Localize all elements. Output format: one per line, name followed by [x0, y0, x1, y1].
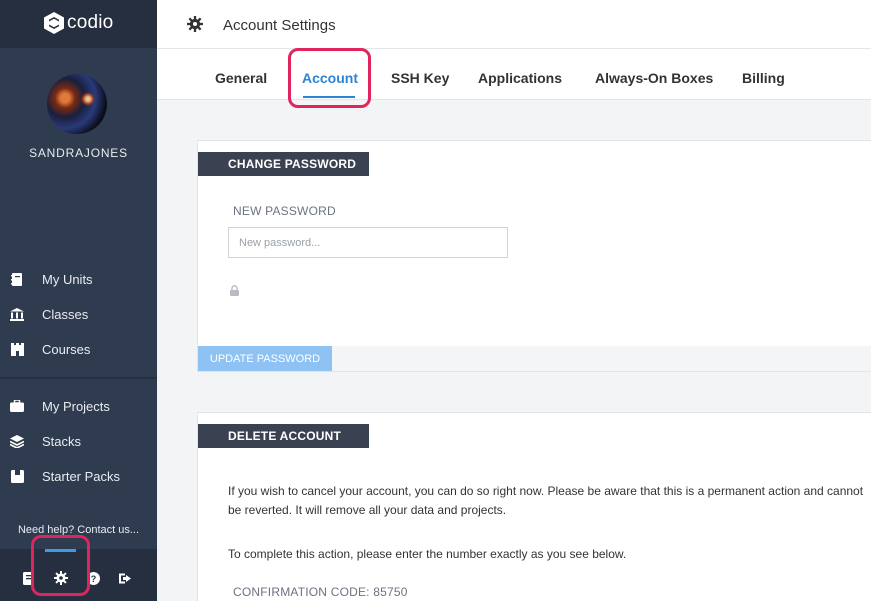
new-password-label: NEW PASSWORD	[233, 204, 336, 218]
book-icon[interactable]	[21, 571, 35, 585]
sidebar-item-starter-packs[interactable]: Starter Packs	[0, 461, 157, 491]
logo-bar: codio	[0, 0, 157, 48]
change-password-panel: CHANGE PASSWORD NEW PASSWORD UPDATE PASS…	[197, 140, 871, 372]
change-password-heading: CHANGE PASSWORD	[198, 152, 369, 176]
layers-icon	[10, 434, 24, 448]
page-header: Account Settings	[157, 0, 871, 49]
settings-tabs: General Account SSH Key Applications Alw…	[157, 49, 871, 100]
sidebar-item-label: Stacks	[42, 433, 82, 449]
tab-ssh-key[interactable]: SSH Key	[391, 70, 449, 86]
active-tab-underline	[303, 96, 355, 98]
delete-account-instruction: To complete this action, please enter th…	[228, 547, 627, 561]
sidebar-item-label: Classes	[42, 306, 89, 322]
codio-logo-icon	[44, 12, 64, 34]
castle-icon	[10, 342, 24, 356]
sidebar-item-courses[interactable]: Courses	[0, 334, 157, 364]
new-password-field[interactable]	[228, 227, 508, 258]
gear-icon	[187, 16, 203, 32]
tab-always-on-boxes[interactable]: Always-On Boxes	[595, 70, 713, 86]
help-circle-icon[interactable]: ?	[86, 571, 100, 585]
delete-account-panel: DELETE ACCOUNT If you wish to cancel you…	[197, 412, 871, 601]
update-password-button[interactable]: UPDATE PASSWORD	[198, 346, 332, 371]
avatar[interactable]	[47, 74, 107, 134]
sidebar-item-label: My Units	[42, 271, 93, 287]
gear-icon[interactable]	[54, 571, 68, 585]
sidebar-item-stacks[interactable]: Stacks	[0, 426, 157, 456]
delete-account-heading: DELETE ACCOUNT	[198, 424, 369, 448]
sidebar-item-label: My Projects	[42, 398, 110, 414]
sidebar-item-label: Courses	[42, 341, 91, 357]
institution-icon	[10, 307, 24, 321]
svg-text:?: ?	[90, 574, 96, 584]
sidebar-item-my-units[interactable]: My Units	[0, 264, 157, 294]
lock-icon	[230, 283, 240, 296]
package-icon	[10, 469, 24, 483]
tab-general[interactable]: General	[215, 70, 267, 86]
sidebar-item-classes[interactable]: Classes	[0, 299, 157, 329]
tab-account[interactable]: Account	[302, 70, 358, 86]
sidebar-item-label: Starter Packs	[42, 468, 121, 484]
active-indicator	[45, 549, 76, 552]
help-contact-link[interactable]: Need help? Contact us...	[0, 524, 157, 536]
tab-billing[interactable]: Billing	[742, 70, 785, 86]
logout-icon[interactable]	[118, 571, 132, 585]
username: SANDRAJONES	[29, 146, 128, 160]
notebook-icon	[10, 272, 24, 286]
sidebar-item-my-projects[interactable]: My Projects	[0, 391, 157, 421]
delete-account-warning: If you wish to cancel your account, you …	[228, 484, 864, 517]
sidebar-divider	[0, 377, 157, 379]
logo-text: codio	[67, 12, 114, 33]
confirmation-code-label: CONFIRMATION CODE: 85750	[233, 585, 408, 599]
codio-logo[interactable]: codio	[44, 12, 113, 34]
tab-applications[interactable]: Applications	[478, 70, 562, 86]
page-title: Account Settings	[223, 17, 336, 34]
briefcase-icon	[10, 399, 24, 413]
sidebar: codio SANDRAJONES My Units Classes Cours…	[0, 0, 157, 601]
